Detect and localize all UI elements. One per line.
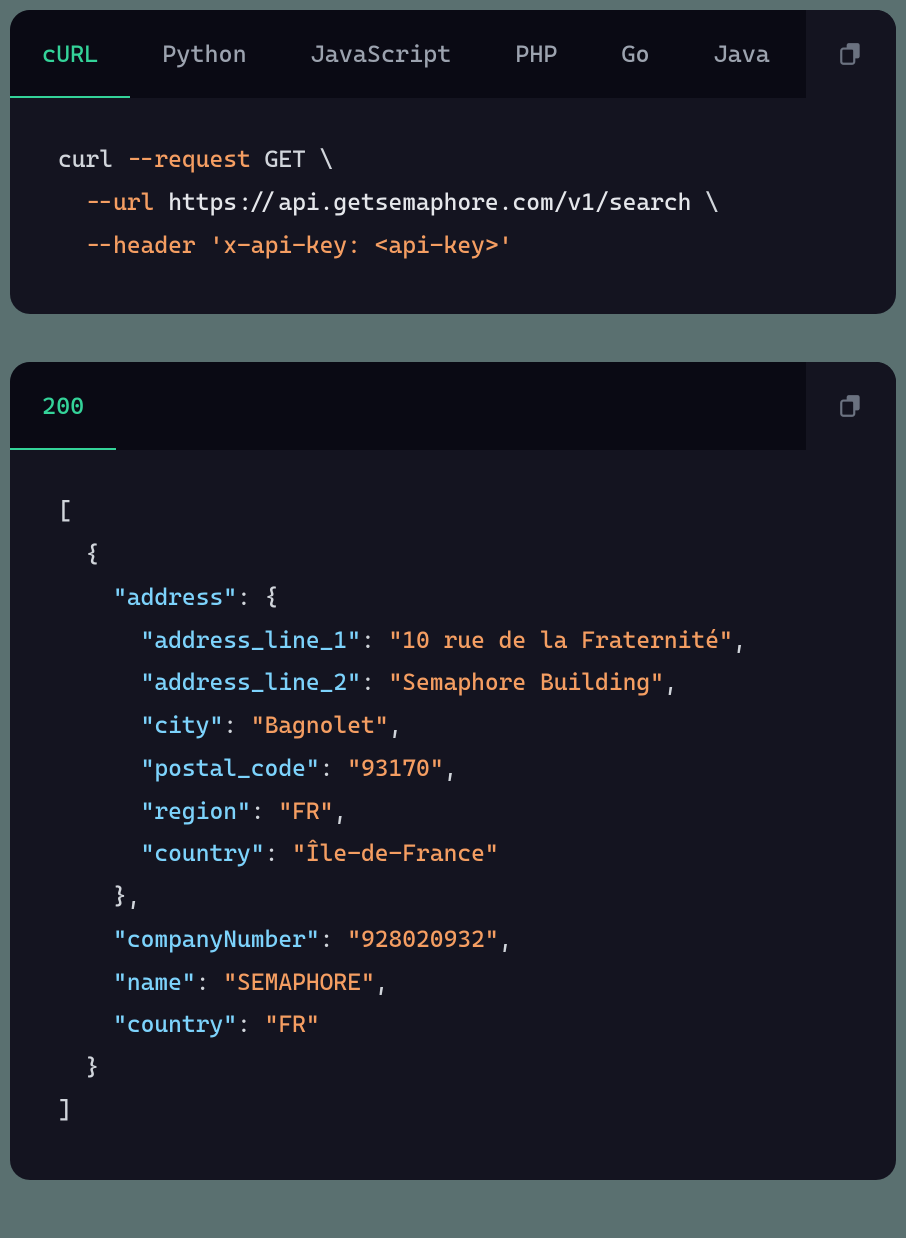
response-tabs: 200 [10, 362, 896, 450]
json-colon: : [361, 626, 375, 654]
json-colon: : [361, 668, 375, 696]
json-val-name: "SEMAPHORE" [223, 968, 374, 996]
json-key-addr1: "address_line_1" [141, 626, 361, 654]
json-colon: : [251, 797, 265, 825]
json-comma: , [444, 754, 458, 782]
tab-200[interactable]: 200 [10, 362, 116, 450]
json-key-country2: "country" [113, 1010, 237, 1038]
json-colon: : [223, 711, 237, 739]
json-comma: , [499, 925, 513, 953]
code-flag-request: --request [127, 145, 251, 173]
json-colon: : [320, 754, 334, 782]
code-cmd: curl [58, 145, 113, 173]
json-comma: , [733, 626, 747, 654]
json-val-country: "Île-de-France" [292, 839, 499, 867]
json-comma: , [375, 968, 389, 996]
json-key-company: "companyNumber" [113, 925, 320, 953]
json-colon: : [265, 839, 279, 867]
response-tabs-inner: 200 [10, 362, 806, 450]
code-method: GET [265, 145, 306, 173]
json-comma: , [333, 797, 347, 825]
code-flag-url: --url [86, 188, 155, 216]
json-val-country2: "FR" [265, 1010, 320, 1038]
json-key-address: "address" [113, 583, 237, 611]
json-close-bracket: ] [58, 1096, 72, 1124]
tab-javascript[interactable]: JavaScript [279, 10, 484, 98]
copy-icon [838, 41, 864, 67]
tab-curl[interactable]: cURL [10, 10, 130, 98]
json-comma: , [389, 711, 403, 739]
json-key-region: "region" [141, 797, 251, 825]
json-key-postal: "postal_code" [141, 754, 320, 782]
json-key-name: "name" [113, 968, 196, 996]
json-key-city: "city" [141, 711, 224, 739]
json-key-country: "country" [141, 839, 265, 867]
response-panel: 200 [ { "address": { "address_line_1": "… [10, 362, 896, 1179]
copy-icon [838, 393, 864, 419]
response-copy-area [806, 362, 896, 450]
json-colon: : [237, 583, 251, 611]
json-close-brace: } [86, 1053, 100, 1081]
json-colon: : [320, 925, 334, 953]
json-open-brace: { [86, 540, 100, 568]
json-colon: : [196, 968, 210, 996]
json-colon: : [237, 1010, 251, 1038]
json-open-bracket: [ [58, 497, 72, 525]
json-brace-open: { [265, 583, 279, 611]
request-copy-area [806, 10, 896, 98]
tab-java[interactable]: Java [682, 10, 802, 98]
tab-python[interactable]: Python [130, 10, 278, 98]
code-url: https://api.getsemaphore.com/v1/search [168, 188, 691, 216]
request-tabs: cURL Python JavaScript PHP Go Java [10, 10, 896, 98]
request-tabs-inner: cURL Python JavaScript PHP Go Java [10, 10, 806, 98]
json-val-company: "928020932" [347, 925, 498, 953]
json-comma: , [127, 882, 141, 910]
json-val-postal: "93170" [347, 754, 443, 782]
request-code: curl --request GET \ --url https://api.g… [10, 98, 896, 314]
json-val-addr2: "Semaphore Building" [389, 668, 664, 696]
copy-response-button[interactable] [831, 386, 871, 426]
json-val-city: "Bagnolet" [251, 711, 389, 739]
code-flag-header: --header [86, 231, 196, 259]
code-backslash-2: \ [705, 188, 719, 216]
json-val-addr1: "10 rue de la Fraternité" [389, 626, 733, 654]
json-val-region: "FR" [278, 797, 333, 825]
tab-php[interactable]: PHP [483, 10, 589, 98]
json-key-addr2: "address_line_2" [141, 668, 361, 696]
code-header-value: 'x-api-key: <api-key>' [209, 231, 512, 259]
request-panel: cURL Python JavaScript PHP Go Java curl … [10, 10, 896, 314]
json-comma: , [664, 668, 678, 696]
tab-go[interactable]: Go [589, 10, 681, 98]
json-brace-close: } [113, 882, 127, 910]
code-backslash-1: \ [320, 145, 334, 173]
copy-request-button[interactable] [831, 34, 871, 74]
response-code: [ { "address": { "address_line_1": "10 r… [10, 450, 896, 1179]
